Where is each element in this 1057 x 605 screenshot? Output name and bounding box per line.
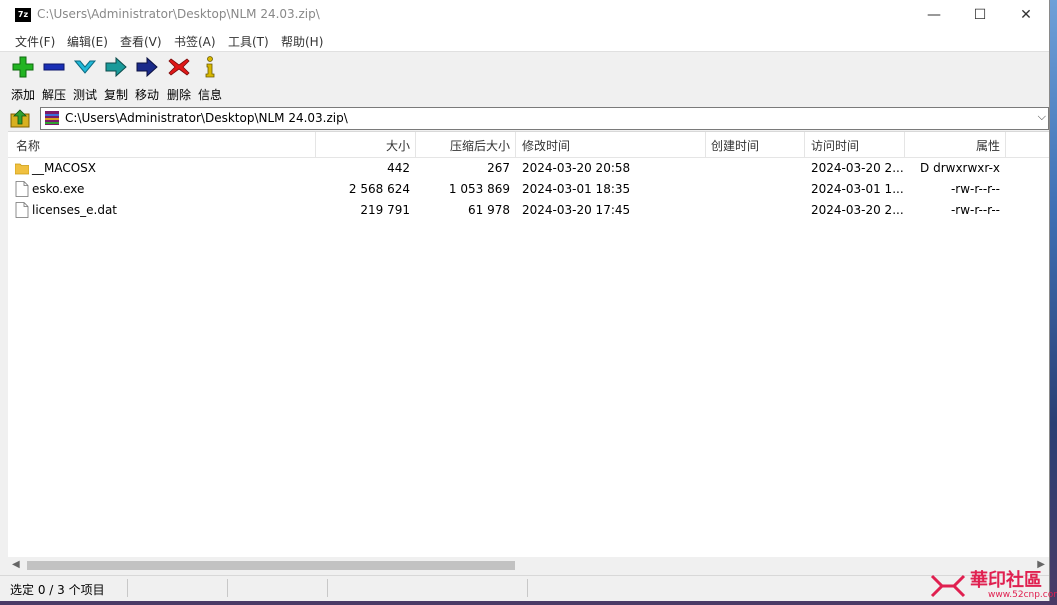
- move-label: 移动: [134, 88, 159, 102]
- title-bar[interactable]: 7z C:\Users\Administrator\Desktop\NLM 24…: [0, 0, 1049, 30]
- file-attributes: -rw-r--r--: [950, 182, 1000, 196]
- column-divider[interactable]: [515, 132, 516, 157]
- extract-label: 解压: [41, 88, 66, 102]
- info-button[interactable]: 信息: [195, 56, 225, 102]
- close-button[interactable]: ✕: [1003, 0, 1049, 30]
- watermark-text: 華印社區: [970, 570, 1042, 591]
- file-name: __MACOSX: [32, 161, 97, 175]
- horizontal-scrollbar[interactable]: ◀ ▶: [8, 557, 1049, 574]
- file-modified: 2024-03-20 17:45: [522, 203, 631, 217]
- 7zip-app-icon: 7z: [15, 8, 31, 22]
- status-divider: [527, 579, 528, 597]
- file-list[interactable]: 名称 大小 压缩后大小 修改时间 创建时间 访问时间 属性 __MACOSX 4…: [8, 131, 1049, 559]
- table-row[interactable]: esko.exe 2 568 624 1 053 869 2024-03-01 …: [8, 179, 1049, 200]
- column-header-size[interactable]: 大小: [318, 137, 410, 154]
- file-accessed: 2024-03-20 2...: [811, 161, 904, 175]
- menu-file[interactable]: 文件(F): [15, 33, 55, 50]
- file-size: 2 568 624: [348, 182, 410, 196]
- file-accessed: 2024-03-01 1...: [811, 182, 904, 196]
- file-name: esko.exe: [32, 182, 85, 196]
- table-row[interactable]: licenses_e.dat 219 791 61 978 2024-03-20…: [8, 200, 1049, 221]
- file-attributes: -rw-r--r--: [950, 203, 1000, 217]
- copy-label: 复制: [103, 88, 128, 102]
- column-divider[interactable]: [315, 132, 316, 157]
- file-icon: [15, 202, 29, 218]
- column-divider[interactable]: [904, 132, 905, 157]
- status-bar: 选定 0 / 3 个项目: [0, 575, 1049, 601]
- column-header-name[interactable]: 名称: [16, 137, 40, 154]
- column-header-packed[interactable]: 压缩后大小: [418, 137, 510, 154]
- file-accessed: 2024-03-20 2...: [811, 203, 904, 217]
- delete-label: 删除: [166, 88, 191, 102]
- toolbar: 添加 解压 测试 复制 移动 删除 信息: [0, 51, 1049, 106]
- delete-icon: [168, 58, 190, 76]
- selection-status: 选定 0 / 3 个项目: [10, 583, 105, 597]
- info-icon: [205, 56, 215, 78]
- copy-icon: [105, 56, 127, 78]
- test-icon: [73, 60, 97, 74]
- column-header-attributes[interactable]: 属性: [908, 137, 1000, 154]
- column-divider[interactable]: [804, 132, 805, 157]
- column-divider[interactable]: [705, 132, 706, 157]
- watermark-url: www.52cnp.com: [988, 590, 1057, 600]
- watermark-logo: 華印社區 www.52cnp.com: [930, 566, 1057, 605]
- add-label: 添加: [10, 88, 35, 102]
- file-attributes: D drwxrwxr-x: [920, 161, 1000, 175]
- window-title: C:\Users\Administrator\Desktop\NLM 24.03…: [37, 7, 320, 21]
- move-button[interactable]: 移动: [132, 56, 162, 102]
- address-path: C:\Users\Administrator\Desktop\NLM 24.03…: [65, 111, 348, 125]
- menu-bookmarks[interactable]: 书签(A): [174, 33, 216, 50]
- column-header-accessed[interactable]: 访问时间: [811, 137, 859, 154]
- address-bar: C:\Users\Administrator\Desktop\NLM 24.03…: [0, 105, 1049, 131]
- extract-button[interactable]: 解压: [39, 56, 69, 102]
- column-header-modified[interactable]: 修改时间: [522, 137, 570, 154]
- file-modified: 2024-03-01 18:35: [522, 182, 631, 196]
- column-divider[interactable]: [1005, 132, 1006, 157]
- watermark-emblem-icon: [930, 574, 966, 598]
- file-packed-size: 267: [487, 161, 510, 175]
- app-window: 7z C:\Users\Administrator\Desktop\NLM 24…: [0, 0, 1050, 601]
- table-row[interactable]: __MACOSX 442 267 2024-03-20 20:58 2024-0…: [8, 158, 1049, 179]
- minimize-button[interactable]: —: [911, 0, 957, 30]
- file-packed-size: 1 053 869: [448, 182, 510, 196]
- status-divider: [127, 579, 128, 597]
- archive-icon: [45, 111, 59, 125]
- file-icon: [15, 181, 29, 197]
- move-icon: [136, 56, 158, 78]
- add-icon: [12, 56, 34, 78]
- chevron-down-icon[interactable]: ⌵: [1038, 110, 1046, 124]
- scroll-left-arrow-icon[interactable]: ◀: [12, 559, 20, 570]
- column-header-created[interactable]: 创建时间: [711, 137, 759, 154]
- add-button[interactable]: 添加: [8, 56, 38, 102]
- file-packed-size: 61 978: [468, 203, 510, 217]
- menu-bar: 文件(F) 编辑(E) 查看(V) 书签(A) 工具(T) 帮助(H): [0, 30, 1049, 51]
- file-size: 442: [387, 161, 410, 175]
- status-divider: [227, 579, 228, 597]
- status-divider: [327, 579, 328, 597]
- up-folder-icon[interactable]: [10, 108, 32, 128]
- folder-icon: [15, 163, 29, 175]
- menu-edit[interactable]: 编辑(E): [67, 33, 108, 50]
- delete-button[interactable]: 删除: [164, 56, 194, 102]
- file-size: 219 791: [360, 203, 410, 217]
- menu-help[interactable]: 帮助(H): [281, 33, 323, 50]
- file-name: licenses_e.dat: [32, 203, 118, 217]
- extract-icon: [43, 63, 65, 71]
- address-input[interactable]: C:\Users\Administrator\Desktop\NLM 24.03…: [40, 107, 1049, 130]
- file-modified: 2024-03-20 20:58: [522, 161, 631, 175]
- column-divider[interactable]: [415, 132, 416, 157]
- info-label: 信息: [197, 88, 222, 102]
- test-label: 测试: [72, 88, 97, 102]
- maximize-button[interactable]: ☐: [957, 0, 1003, 30]
- list-header: 名称 大小 压缩后大小 修改时间 创建时间 访问时间 属性: [8, 132, 1049, 158]
- menu-tools[interactable]: 工具(T): [228, 33, 269, 50]
- copy-button[interactable]: 复制: [101, 56, 131, 102]
- test-button[interactable]: 测试: [70, 56, 100, 102]
- scrollbar-thumb[interactable]: [27, 561, 515, 570]
- menu-view[interactable]: 查看(V): [120, 33, 162, 50]
